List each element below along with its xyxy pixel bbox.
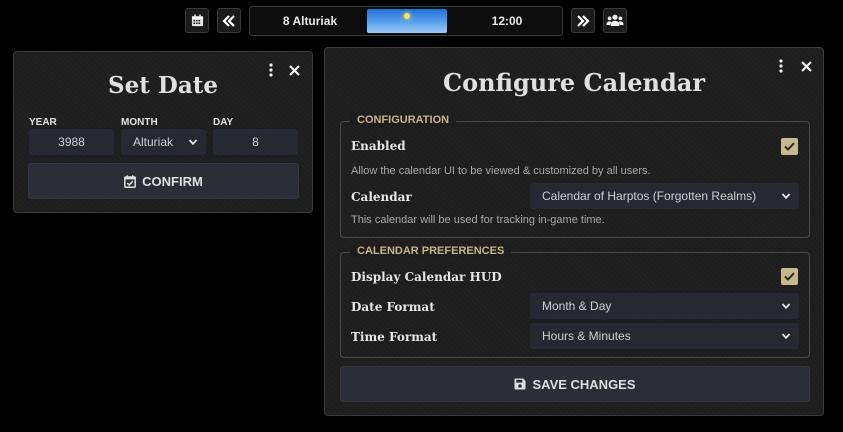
hud-time: 12:00 — [491, 14, 523, 28]
date-format-select[interactable]: Month & Day — [530, 293, 799, 319]
users-icon — [606, 14, 624, 26]
window-menu-button[interactable] — [772, 57, 790, 75]
time-format-label: Time Format — [351, 330, 438, 344]
year-label: YEAR — [29, 117, 57, 128]
chevron-down-icon — [188, 139, 198, 146]
close-button[interactable] — [285, 61, 303, 79]
set-date-window: Set Date YEAR 3988 MONTH Alturiak DAY 8 … — [13, 51, 313, 213]
confirm-label: CONFIRM — [142, 173, 203, 189]
enabled-checkbox[interactable] — [781, 138, 798, 155]
kebab-menu-icon — [269, 63, 273, 77]
display-hud-checkbox[interactable] — [781, 268, 798, 285]
date-format-value: Month & Day — [542, 299, 612, 313]
calendar-preferences-fieldset: CALENDAR PREFERENCES Display Calendar HU… — [340, 245, 810, 358]
checkmark-icon — [784, 272, 795, 281]
calendar-select-value: Calendar of Harptos (Forgotten Realms) — [542, 189, 757, 203]
sun-icon — [404, 13, 410, 19]
close-button[interactable] — [797, 57, 815, 75]
save-icon — [514, 378, 526, 390]
rewind-icon — [222, 14, 235, 27]
hud-sky-indicator[interactable] — [367, 9, 447, 33]
kebab-menu-icon — [779, 59, 783, 73]
close-icon — [288, 64, 300, 76]
chevron-down-icon — [781, 333, 791, 340]
users-button[interactable] — [603, 8, 627, 33]
chevron-down-icon — [781, 303, 791, 310]
month-label: MONTH — [121, 117, 158, 128]
window-title: Configure Calendar — [443, 68, 705, 97]
enabled-label: Enabled — [351, 139, 406, 153]
preferences-legend: CALENDAR PREFERENCES — [350, 245, 512, 257]
save-changes-button[interactable]: SAVE CHANGES — [340, 366, 810, 402]
calendar-select[interactable]: Calendar of Harptos (Forgotten Realms) — [530, 183, 799, 209]
chevron-down-icon — [781, 193, 791, 200]
calendar-label: Calendar — [351, 190, 412, 204]
configuration-fieldset: CONFIGURATION Enabled Allow the calendar… — [340, 114, 810, 238]
fast-forward-button[interactable] — [571, 8, 595, 33]
fast-forward-icon — [577, 14, 590, 27]
time-format-value: Hours & Minutes — [542, 329, 631, 343]
month-select-value: Alturiak — [133, 135, 174, 149]
configure-calendar-window: Configure Calendar CONFIGURATION Enabled… — [324, 47, 824, 416]
day-input[interactable]: 8 — [213, 129, 298, 155]
year-input[interactable]: 3988 — [29, 129, 114, 155]
hud-date: 8 Alturiak — [282, 14, 338, 28]
hud-clock: 8 Alturiak 12:00 — [249, 6, 563, 36]
month-select[interactable]: Alturiak — [121, 129, 206, 155]
checkmark-icon — [784, 142, 795, 151]
save-changes-label: SAVE CHANGES — [532, 376, 636, 392]
calendar-hint: This calendar will be used for tracking … — [351, 214, 605, 226]
calendar-check-icon — [124, 174, 137, 188]
window-menu-button[interactable] — [262, 61, 280, 79]
day-label: DAY — [213, 117, 234, 128]
rewind-button[interactable] — [217, 8, 241, 33]
configuration-legend: CONFIGURATION — [350, 114, 457, 126]
date-format-label: Date Format — [351, 300, 435, 314]
calendar-button[interactable] — [185, 8, 209, 33]
close-icon — [800, 60, 812, 72]
enabled-hint: Allow the calendar UI to be viewed & cus… — [351, 165, 651, 177]
time-format-select[interactable]: Hours & Minutes — [530, 323, 799, 349]
display-hud-label: Display Calendar HUD — [351, 270, 502, 284]
confirm-button[interactable]: CONFIRM — [28, 163, 299, 199]
calendar-icon — [191, 14, 203, 27]
